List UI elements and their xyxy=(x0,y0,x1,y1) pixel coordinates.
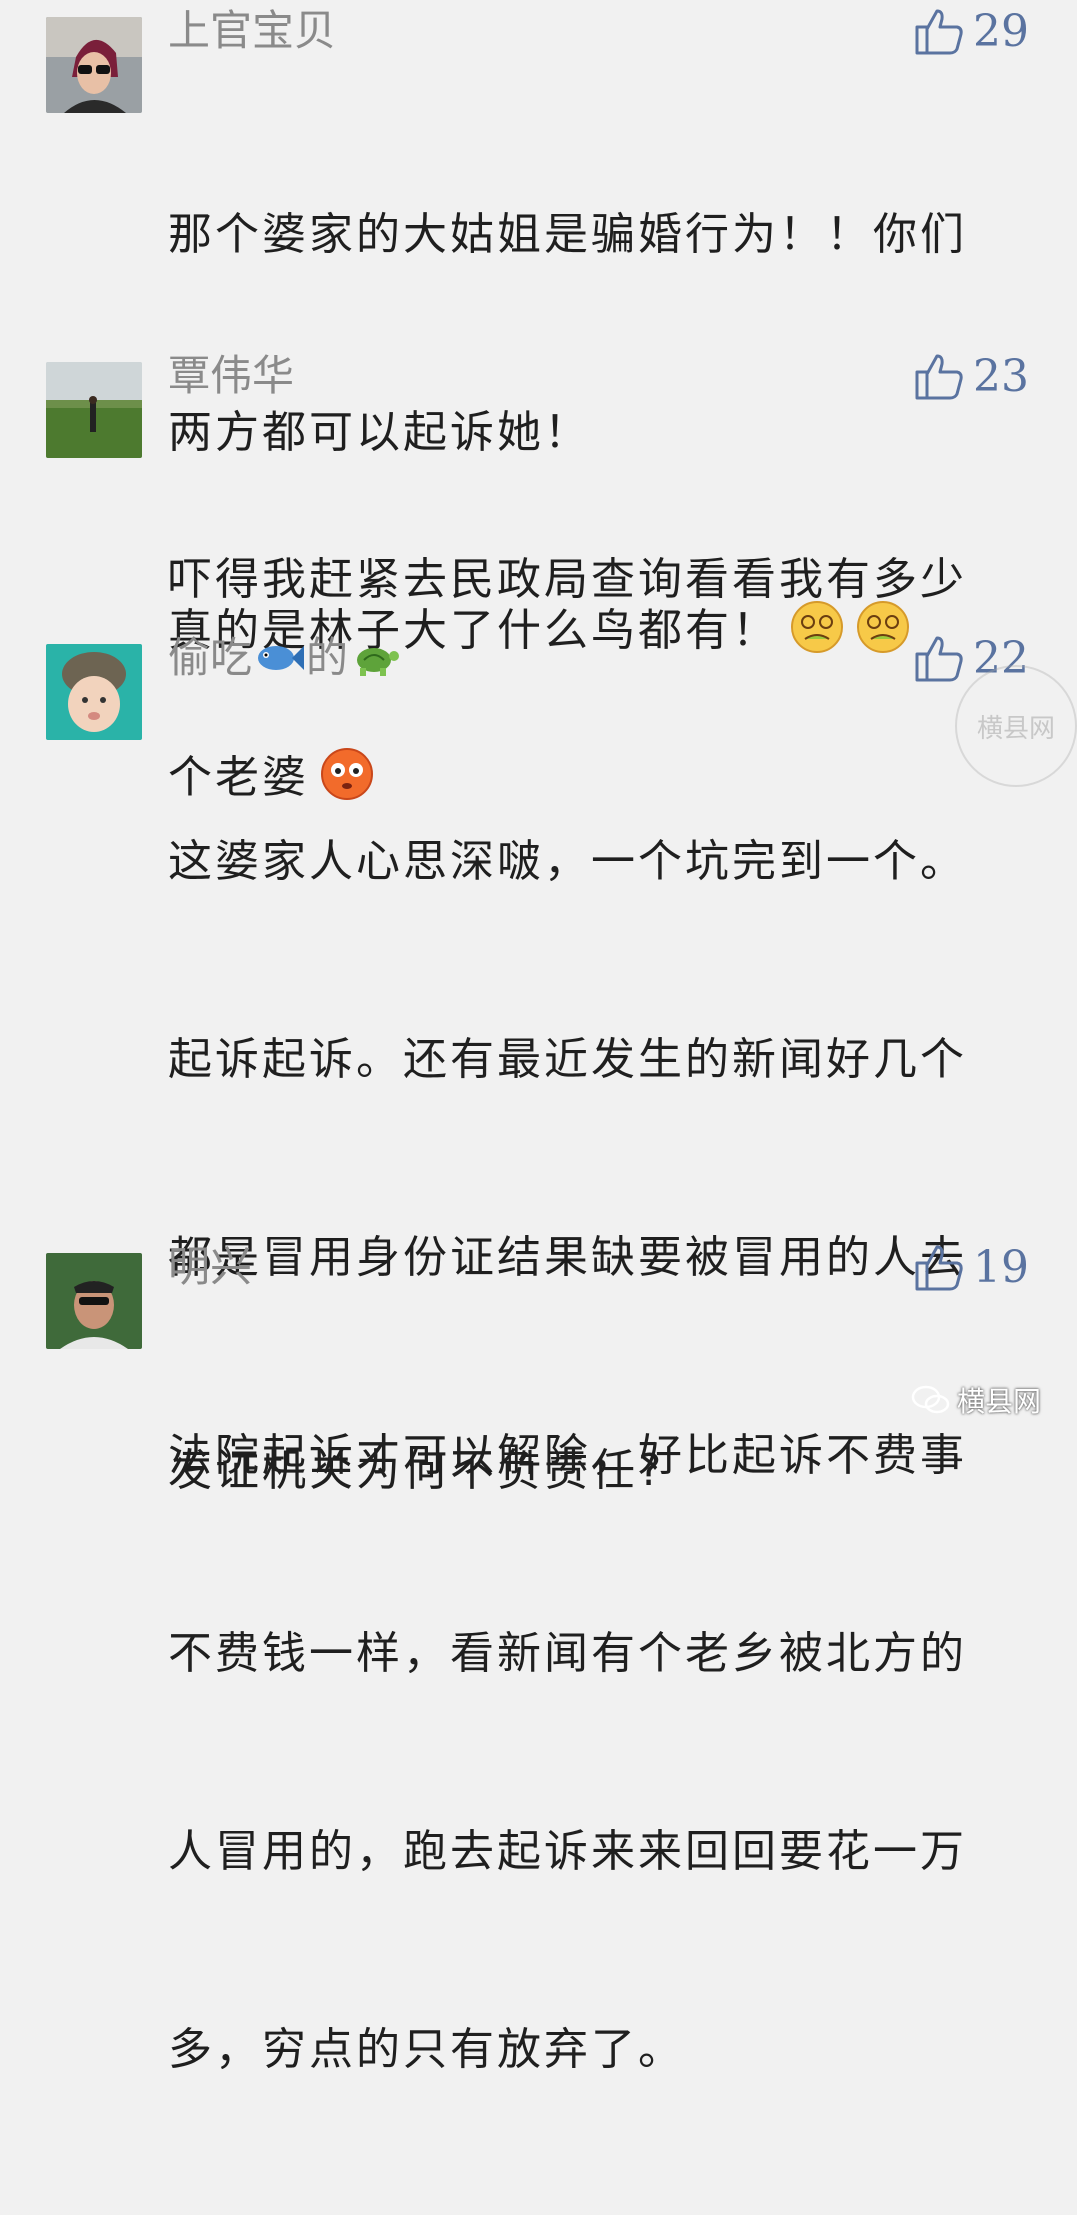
username[interactable]: 偷吃 的 xyxy=(168,632,402,684)
username[interactable]: 覃伟华 xyxy=(168,350,294,402)
like-button[interactable]: 23 xyxy=(913,350,1029,402)
username-part: 的 xyxy=(306,633,349,682)
like-count: 23 xyxy=(973,350,1029,402)
comment-line: 多，穷点的只有放弃了。 xyxy=(168,2024,685,2075)
thumbs-up-icon xyxy=(915,354,963,400)
like-button[interactable]: 19 xyxy=(913,1241,1029,1293)
avatar[interactable] xyxy=(46,644,142,740)
thumbs-up-icon xyxy=(915,636,963,682)
footer-watermark-text: 横县网 xyxy=(956,1385,1041,1418)
avatar[interactable] xyxy=(46,362,142,458)
username-part: 偷吃 xyxy=(168,633,253,682)
wechat-chat-icon xyxy=(911,1385,950,1414)
username[interactable]: 上官宝贝 xyxy=(168,5,336,57)
comment-line: 发证机关为何不负责任? xyxy=(168,1445,665,1496)
comment-line: 人冒用的，跑去起诉来来回回要花一万 xyxy=(168,1826,967,1877)
thumbs-up-icon xyxy=(915,1245,963,1291)
fish-emoji xyxy=(258,646,305,670)
comment-line: 吓得我赶紧去民政局查询看看我有多少 xyxy=(168,554,967,605)
avatar[interactable] xyxy=(46,1253,142,1349)
thumbs-up-icon xyxy=(915,9,963,55)
like-count: 29 xyxy=(973,5,1029,57)
watermark-seal: 横县网 xyxy=(955,665,1077,787)
comment-line: 都是冒用身份证结果缺要被冒用的人去 xyxy=(168,1232,967,1283)
turtle-emoji xyxy=(357,648,400,676)
username[interactable]: 明兴 xyxy=(168,1241,252,1293)
avatar[interactable] xyxy=(46,17,142,113)
comment-line: 那个婆家的大姑姐是骗婚行为！！你们 xyxy=(168,209,967,260)
comment-text: 发证机关为何不负责任? xyxy=(168,1306,1018,1636)
comment-line: 这婆家人心思深啵，一个坑完到一个。 xyxy=(168,836,967,887)
footer-watermark: 横县网 xyxy=(911,1380,1041,1420)
watermark-seal-text: 横县网 xyxy=(976,713,1055,744)
like-button[interactable]: 29 xyxy=(913,5,1029,57)
like-count: 19 xyxy=(973,1241,1029,1293)
comment-line: 起诉起诉。还有最近发生的新闻好几个 xyxy=(168,1034,967,1085)
